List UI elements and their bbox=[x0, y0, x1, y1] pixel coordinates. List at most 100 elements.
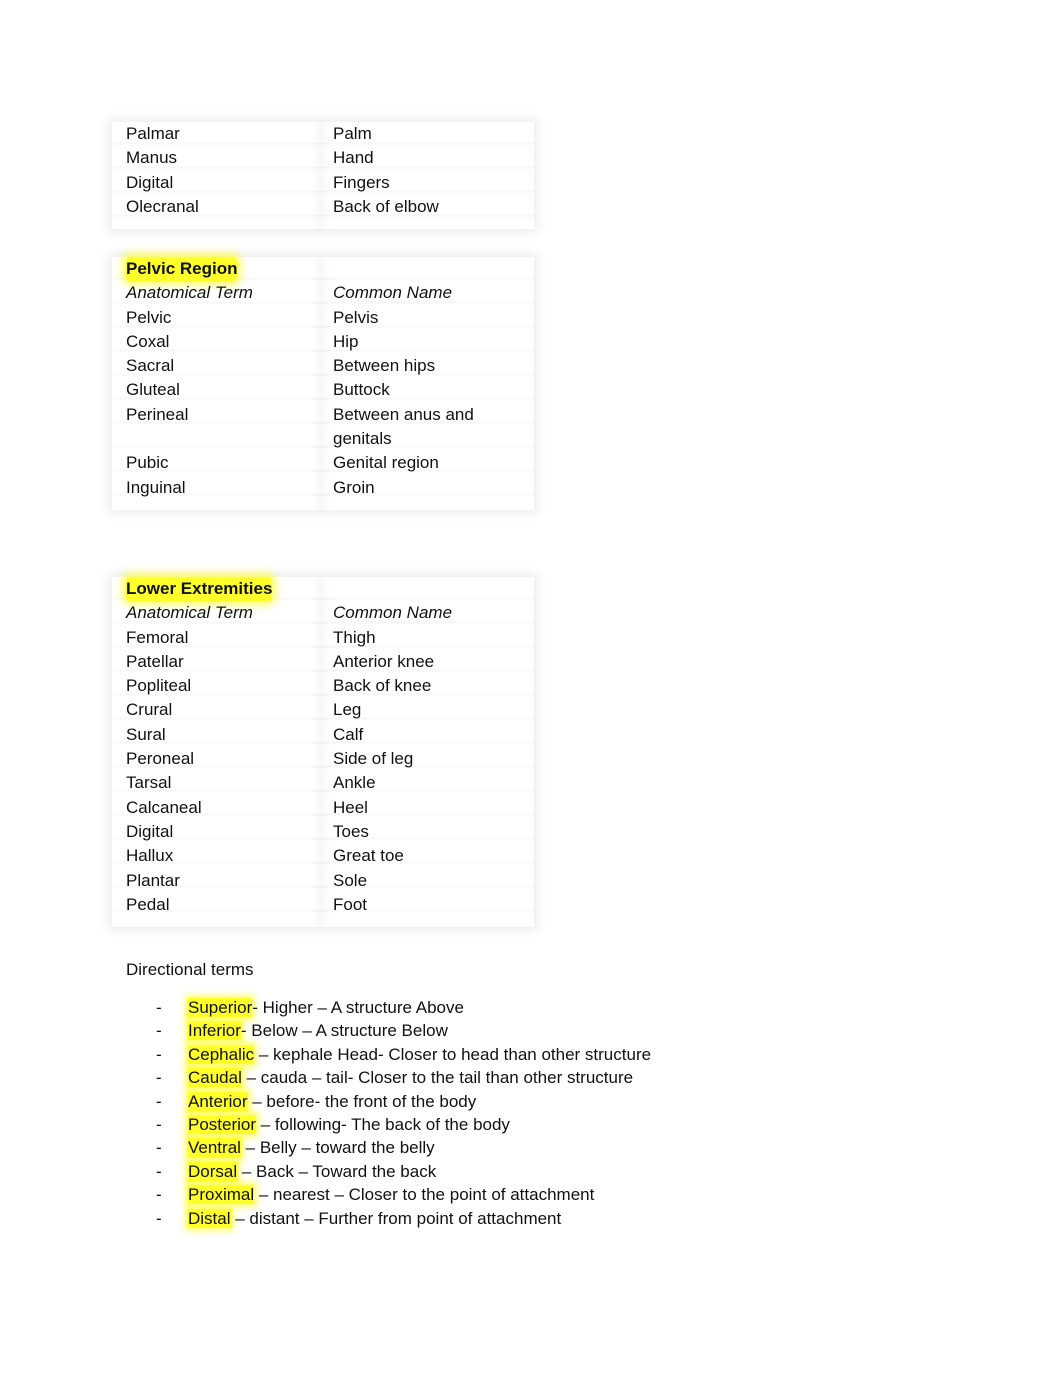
term-definition: - Higher – A structure Above bbox=[252, 998, 464, 1017]
list-item: - Superior- Higher – A structure Above bbox=[126, 996, 651, 1019]
term-definition: – distant – Further from point of attach… bbox=[230, 1208, 562, 1228]
term-definition: – cauda – tail- Closer to the tail than … bbox=[241, 1068, 634, 1088]
anatomical-term-cell: Femoral bbox=[126, 627, 189, 647]
table-title-row: Pelvic Region bbox=[112, 257, 534, 282]
table-row: Gluteal Buttock bbox=[112, 378, 534, 402]
anatomical-term-cell: Sacral bbox=[126, 356, 175, 376]
section-title: Pelvic Region bbox=[126, 257, 238, 282]
common-name-cell: Back of elbow bbox=[333, 196, 439, 216]
column-header-common-name: Common Name bbox=[333, 603, 453, 623]
table-row: Crural Leg bbox=[112, 698, 534, 722]
dash-bullet: - bbox=[156, 998, 162, 1017]
common-name-cell: Side of leg bbox=[333, 749, 414, 769]
highlighted-term: Caudal bbox=[188, 1068, 242, 1088]
list-item: - Ventral – Belly – toward the belly bbox=[126, 1136, 651, 1159]
term-definition: – kephale Head- Closer to head than othe… bbox=[254, 1044, 652, 1064]
term-definition: – nearest – Closer to the point of attac… bbox=[254, 1185, 595, 1205]
highlighted-term: Cephalic bbox=[188, 1044, 255, 1064]
anatomical-term-cell: Digital bbox=[126, 821, 174, 841]
table-title-row: Lower Extremities bbox=[112, 577, 534, 602]
anatomical-term-cell: Sural bbox=[126, 724, 166, 744]
dash-bullet: - bbox=[156, 1185, 162, 1205]
common-name-cell: Buttock bbox=[333, 380, 390, 400]
table-row: Inguinal Groin bbox=[112, 476, 534, 500]
common-name-cell: Sole bbox=[333, 870, 368, 890]
list-item: - Posterior – following- The back of the … bbox=[126, 1113, 651, 1136]
upper-extremities-table: Palmar Palm Manus Hand Digital Fingers O… bbox=[112, 122, 534, 230]
anatomical-term-cell: Plantar bbox=[126, 870, 180, 890]
common-name-cell: Foot bbox=[333, 894, 368, 914]
common-name-cell: Anterior knee bbox=[333, 651, 435, 671]
anatomical-term-cell: Inguinal bbox=[126, 477, 186, 497]
anatomical-term-cell: Digital bbox=[126, 172, 174, 192]
table-row: Coxal Hip bbox=[112, 330, 534, 354]
column-header-anatomical-term: Anatomical Term bbox=[126, 283, 253, 303]
common-name-cell: Hand bbox=[333, 148, 374, 168]
list-item: - Caudal – cauda – tail- Closer to the ta… bbox=[126, 1066, 651, 1089]
column-header-common-name: Common Name bbox=[333, 283, 453, 303]
common-name-cell: Genital region bbox=[333, 453, 439, 473]
term-definition: – Belly – toward the belly bbox=[240, 1138, 435, 1158]
anatomical-term-cell: Pedal bbox=[126, 894, 170, 914]
table-row: Pedal Foot bbox=[112, 893, 534, 917]
dash-bullet: - bbox=[156, 1044, 162, 1064]
anatomical-term-cell: Pubic bbox=[126, 453, 169, 473]
highlighted-term: Posterior bbox=[188, 1115, 257, 1135]
highlighted-term: Dorsal bbox=[188, 1161, 238, 1181]
table-row: Popliteal Back of knee bbox=[112, 674, 534, 698]
common-name-cell: Calf bbox=[333, 724, 364, 744]
list-item: - Proximal – nearest – Closer to the poin… bbox=[126, 1183, 651, 1206]
common-name-cell: Back of knee bbox=[333, 676, 432, 696]
table-row: Patellar Anterior knee bbox=[112, 650, 534, 674]
dash-bullet: - bbox=[156, 1068, 162, 1088]
table-row: Olecranal Back of elbow bbox=[112, 195, 534, 219]
term-definition: – before- the front of the body bbox=[247, 1091, 477, 1111]
table-row: Sacral Between hips bbox=[112, 354, 534, 378]
anatomical-term-cell: Gluteal bbox=[126, 380, 180, 400]
term-definition: – following- The back of the body bbox=[256, 1115, 510, 1135]
list-item: - Cephalic – kephale Head- Closer to head… bbox=[126, 1043, 651, 1066]
common-name-cell: Hip bbox=[333, 331, 359, 351]
table-row: Calcaneal Heel bbox=[112, 796, 534, 820]
table-row: Tarsal Ankle bbox=[112, 771, 534, 795]
highlighted-term: Ventral bbox=[188, 1138, 241, 1158]
anatomical-term-cell: Calcaneal bbox=[126, 797, 202, 817]
table-row: Palmar Palm bbox=[112, 122, 534, 146]
table-header-row: Anatomical Term Common Name bbox=[112, 601, 534, 625]
list-item: - Dorsal – Back – Toward the back bbox=[126, 1160, 651, 1183]
common-name-cell: Great toe bbox=[333, 846, 404, 866]
column-header-anatomical-term: Anatomical Term bbox=[126, 603, 253, 623]
common-name-cell: Leg bbox=[333, 700, 362, 720]
directional-terms-list: - Superior- Higher – A structure Above - I… bbox=[126, 996, 651, 1230]
table-row: Digital Toes bbox=[112, 820, 534, 844]
table-row: Femoral Thigh bbox=[112, 626, 534, 650]
table-row: Pubic Genital region bbox=[112, 451, 534, 475]
common-name-cell: Heel bbox=[333, 797, 368, 817]
common-name-cell: Palm bbox=[333, 124, 372, 143]
dash-bullet: - bbox=[156, 1138, 162, 1158]
common-name-cell: Thigh bbox=[333, 627, 376, 647]
term-definition: - Below – A structure Below bbox=[240, 1021, 448, 1041]
common-name-cell: Between anus and genitals bbox=[333, 404, 474, 449]
directional-terms-heading: Directional terms bbox=[126, 960, 254, 979]
anatomical-term-cell: Patellar bbox=[126, 651, 184, 671]
anatomical-term-cell: Olecranal bbox=[126, 196, 199, 216]
anatomical-term-cell: Popliteal bbox=[126, 676, 192, 696]
list-item: - Anterior – before- the front of the bod… bbox=[126, 1090, 651, 1113]
table-row: Sural Calf bbox=[112, 723, 534, 747]
common-name-cell: Fingers bbox=[333, 172, 390, 192]
common-name-cell: Ankle bbox=[333, 773, 376, 793]
list-item: - Distal – distant – Further from point o… bbox=[126, 1207, 651, 1230]
term-definition: – Back – Toward the back bbox=[237, 1161, 437, 1181]
anatomical-term-cell: Pelvic bbox=[126, 307, 172, 327]
table-row: Peroneal Side of leg bbox=[112, 747, 534, 771]
dash-bullet: - bbox=[156, 1115, 162, 1135]
dash-bullet: - bbox=[156, 1208, 162, 1228]
dash-bullet: - bbox=[156, 1091, 162, 1111]
anatomical-term-cell: Palmar bbox=[126, 124, 180, 143]
anatomical-term-cell: Peroneal bbox=[126, 749, 195, 769]
highlighted-term: Anterior bbox=[188, 1091, 248, 1111]
anatomical-term-cell: Hallux bbox=[126, 846, 174, 866]
anatomical-term-cell: Crural bbox=[126, 700, 173, 720]
table-header-row: Anatomical Term Common Name bbox=[112, 281, 534, 305]
